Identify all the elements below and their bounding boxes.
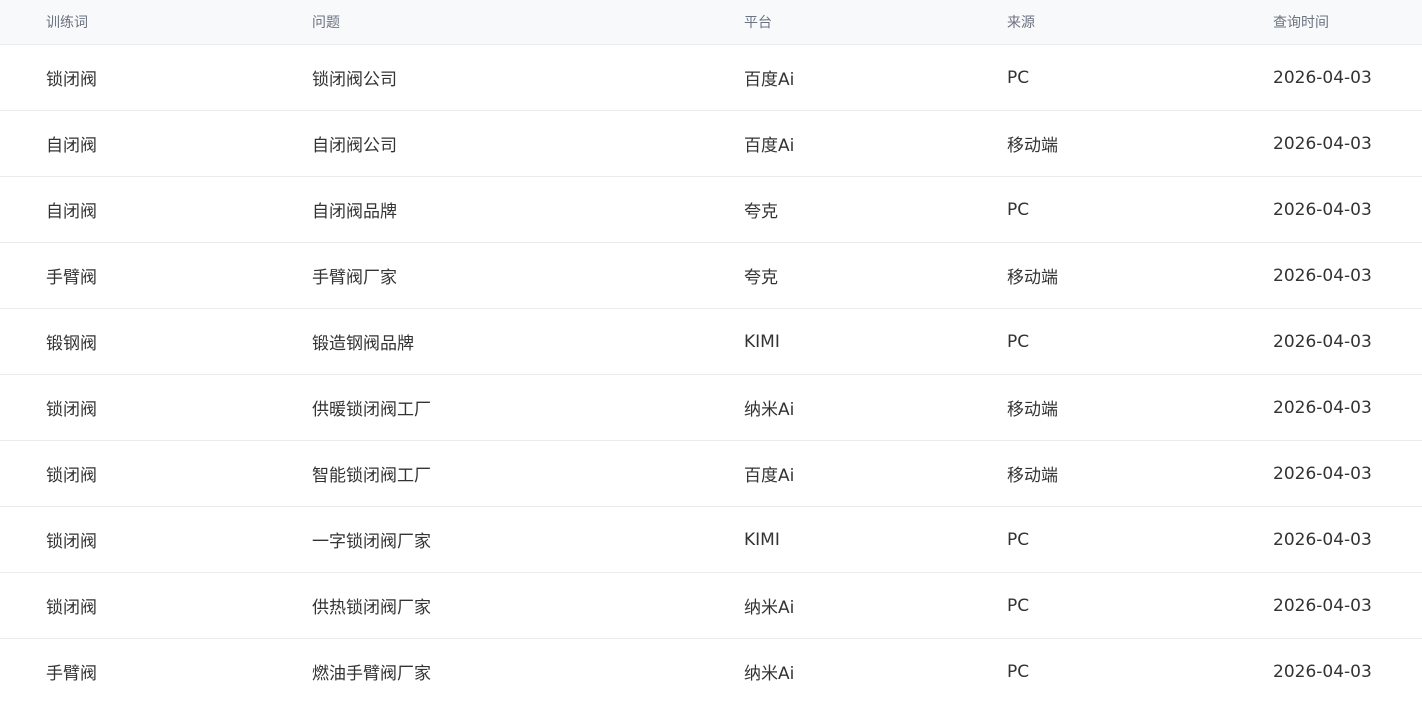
cell-query-time: 2026-04-03 — [1273, 308, 1422, 375]
cell-query-time: 2026-04-03 — [1273, 242, 1422, 309]
cell-source: 移动端 — [1007, 242, 1273, 309]
cell-source: PC — [1007, 176, 1273, 243]
table-row[interactable]: 锁闭阀 一字锁闭阀厂家 KIMI PC 2026-04-03 — [0, 506, 1422, 573]
column-header-source[interactable]: 来源 — [1007, 0, 1273, 45]
cell-platform: 纳米Ai — [744, 572, 1007, 639]
cell-training-word: 锁闭阀 — [0, 572, 312, 639]
cell-platform: 夸克 — [744, 176, 1007, 243]
cell-question: 燃油手臂阀厂家 — [312, 664, 431, 684]
cell-training-word: 自闭阀 — [0, 110, 312, 177]
cell-platform: 纳米Ai — [744, 374, 1007, 441]
cell-query-time: 2026-04-03 — [1273, 572, 1422, 639]
table-row[interactable]: 自闭阀 自闭阀公司 百度Ai 移动端 2026-04-03 — [0, 110, 1422, 177]
cell-training-word: 手臂阀 — [0, 242, 312, 309]
cell-question: 锻造钢阀品牌 — [312, 308, 744, 375]
cell-question: 锁闭阀公司 — [312, 44, 744, 111]
table-row[interactable]: 锁闭阀 锁闭阀公司 百度Ai PC 2026-04-03 — [0, 44, 1422, 111]
cell-training-word: 锻钢阀 — [0, 308, 312, 375]
cell-training-word: 锁闭阀 — [0, 440, 312, 507]
cell-question: 手臂阀厂家 — [312, 242, 744, 309]
cell-query-time: 2026-04-03 — [1273, 374, 1422, 441]
cell-question: 自闭阀品牌 — [312, 176, 744, 243]
cell-source: PC — [1007, 506, 1273, 573]
query-records-table: 训练词 问题 平台 来源 查询时间 锁闭阀 锁闭阀公司 百度Ai PC 2026… — [0, 0, 1422, 704]
column-header-query-time[interactable]: 查询时间 — [1273, 0, 1422, 45]
cell-training-word: 锁闭阀 — [0, 44, 312, 111]
cell-question: 供暖锁闭阀工厂 — [312, 374, 744, 441]
cell-source: 移动端 — [1007, 440, 1273, 507]
cell-source: PC — [1007, 44, 1273, 111]
table-row[interactable]: 锻钢阀 锻造钢阀品牌 KIMI PC 2026-04-03 — [0, 308, 1422, 375]
cell-source: 移动端 — [1007, 374, 1273, 441]
table-row[interactable]: 手臂阀 燃油手臂阀厂家 纳米Ai PC 2026-04-03 — [0, 639, 1422, 705]
cell-platform: 百度Ai — [744, 110, 1007, 177]
table-row[interactable]: 手臂阀 手臂阀厂家 夸克 移动端 2026-04-03 — [0, 242, 1422, 309]
cell-platform: 纳米Ai — [744, 664, 795, 684]
cell-training-word: 自闭阀 — [0, 176, 312, 243]
cell-question: 智能锁闭阀工厂 — [312, 440, 744, 507]
table-row[interactable]: 锁闭阀 供暖锁闭阀工厂 纳米Ai 移动端 2026-04-03 — [0, 374, 1422, 441]
table-row[interactable]: 自闭阀 自闭阀品牌 夸克 PC 2026-04-03 — [0, 176, 1422, 243]
column-header-platform[interactable]: 平台 — [744, 0, 1007, 45]
cell-source: PC — [1007, 572, 1273, 639]
cell-training-word: 锁闭阀 — [0, 374, 312, 441]
cell-training-word: 手臂阀 — [46, 664, 97, 684]
cell-query-time: 2026-04-03 — [1273, 44, 1422, 111]
table-header: 训练词 问题 平台 来源 查询时间 — [0, 0, 1422, 45]
cell-query-time: 2026-04-03 — [1273, 440, 1422, 507]
column-header-question[interactable]: 问题 — [312, 0, 744, 45]
cell-platform: KIMI — [744, 506, 1007, 573]
cell-platform: KIMI — [744, 308, 1007, 375]
cell-platform: 百度Ai — [744, 440, 1007, 507]
cell-training-word: 锁闭阀 — [0, 506, 312, 573]
header-row: 训练词 问题 平台 来源 查询时间 — [0, 0, 1422, 45]
cell-query-time: 2026-04-03 — [1273, 176, 1422, 243]
cell-question: 自闭阀公司 — [312, 110, 744, 177]
cell-platform: 夸克 — [744, 242, 1007, 309]
cell-source: 移动端 — [1007, 110, 1273, 177]
cell-query-time: 2026-04-03 — [1273, 506, 1422, 573]
cell-question: 一字锁闭阀厂家 — [312, 506, 744, 573]
cell-source: PC — [1007, 661, 1030, 682]
cell-question: 供热锁闭阀厂家 — [312, 572, 744, 639]
cell-platform: 百度Ai — [744, 44, 1007, 111]
cell-query-time: 2026-04-03 — [1273, 110, 1422, 177]
table-row[interactable]: 锁闭阀 智能锁闭阀工厂 百度Ai 移动端 2026-04-03 — [0, 440, 1422, 507]
table-body: 锁闭阀 锁闭阀公司 百度Ai PC 2026-04-03 自闭阀 自闭阀公司 百… — [0, 44, 1422, 705]
cell-source: PC — [1007, 308, 1273, 375]
table-row[interactable]: 锁闭阀 供热锁闭阀厂家 纳米Ai PC 2026-04-03 — [0, 572, 1422, 639]
column-header-training-word[interactable]: 训练词 — [0, 0, 312, 45]
cell-query-time: 2026-04-03 — [1273, 661, 1372, 682]
